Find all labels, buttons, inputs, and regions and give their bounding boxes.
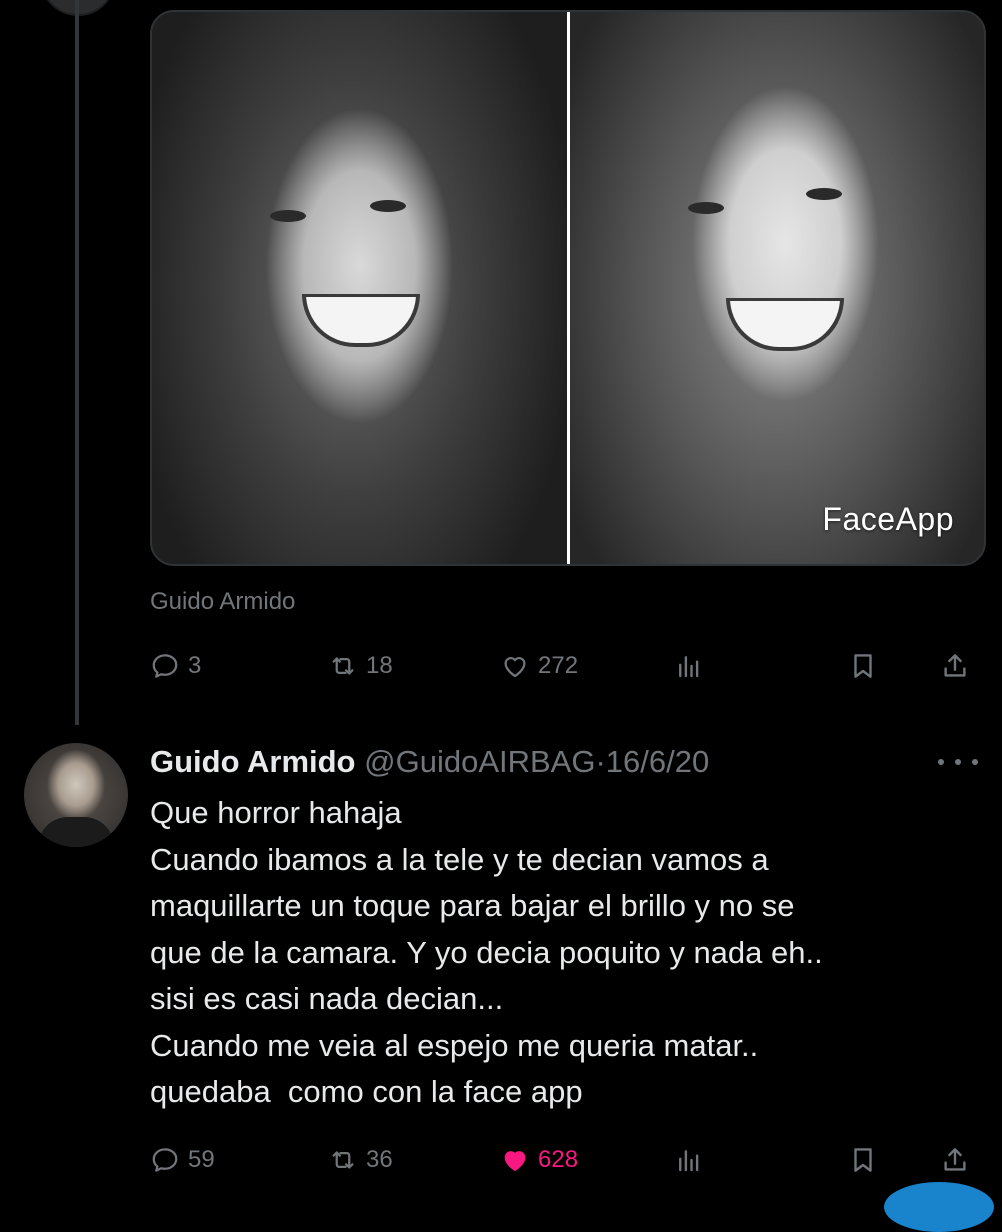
more-dot xyxy=(938,759,944,765)
retweet-button[interactable]: 36 xyxy=(328,1140,393,1180)
like-count: 628 xyxy=(538,1146,579,1173)
eye-shape xyxy=(687,202,724,214)
reply-button[interactable]: 59 xyxy=(150,1140,215,1180)
like-count: 272 xyxy=(538,652,579,679)
share-icon xyxy=(944,1148,966,1171)
post1-action-bar: 3 18 272 xyxy=(150,646,980,686)
post-text-line: Cuando ibamos a la tele y te decian vamo… xyxy=(150,841,769,877)
more-dot xyxy=(955,759,961,765)
reply-count: 3 xyxy=(188,652,202,679)
smile-shape xyxy=(302,294,420,347)
post-text-line: Cuando me veia al espejo me queria matar… xyxy=(150,1027,759,1063)
post-text-line: sisi es casi nada decian... xyxy=(150,981,504,1016)
reply-count: 59 xyxy=(188,1146,215,1173)
analytics-button[interactable] xyxy=(674,1140,704,1180)
retweet-count: 36 xyxy=(366,1146,393,1173)
user-handle[interactable]: @GuidoAIRBAG xyxy=(364,744,595,779)
eye-shape xyxy=(370,200,406,212)
post-text: Que horror hahaja Cuando ibamos a la tel… xyxy=(150,790,980,1116)
bookmark-button[interactable] xyxy=(848,646,878,686)
post-text-line: que de la camara. Y yo decia poquito y n… xyxy=(150,934,823,970)
display-name[interactable]: Guido Armido xyxy=(150,744,356,779)
post-text-line: Que horror hahaja xyxy=(150,795,402,830)
post-text-line: maquillarte un toque para bajar el brill… xyxy=(150,888,795,923)
share-button[interactable] xyxy=(940,646,970,686)
heart-filled-icon xyxy=(504,1151,526,1171)
like-button[interactable]: 272 xyxy=(500,646,578,686)
eye-shape xyxy=(270,210,306,222)
media-attribution[interactable]: Guido Armido xyxy=(150,588,295,616)
more-icon[interactable] xyxy=(938,748,978,776)
faceapp-watermark: FaceApp xyxy=(822,501,954,537)
compose-button-edge[interactable] xyxy=(884,1182,994,1232)
post-date[interactable]: 16/6/20 xyxy=(606,744,709,779)
heart-icon xyxy=(504,657,526,678)
share-button[interactable] xyxy=(940,1140,970,1180)
retweet-icon xyxy=(332,1151,354,1169)
analytics-button[interactable] xyxy=(674,646,704,686)
media-image-after[interactable]: FaceApp xyxy=(569,12,984,564)
post2-action-bar: 59 36 628 xyxy=(150,1140,980,1180)
retweet-icon xyxy=(332,657,354,675)
like-button-active[interactable]: 628 xyxy=(500,1140,578,1180)
separator-dot: · xyxy=(595,744,606,779)
smile-shape xyxy=(725,298,844,351)
reply-button[interactable]: 3 xyxy=(150,646,201,686)
thread-connector-line xyxy=(75,0,79,725)
post-media[interactable]: FaceApp xyxy=(150,10,986,566)
avatar[interactable] xyxy=(24,743,128,847)
avatar-shirt xyxy=(38,817,114,847)
retweet-count: 18 xyxy=(366,652,393,679)
post-header: Guido Armido @GuidoAIRBAG·16/6/20 xyxy=(150,738,850,786)
more-dot xyxy=(972,759,978,765)
reply-icon xyxy=(152,654,178,678)
post-text-line: quedaba como con la face app xyxy=(150,1074,583,1109)
eye-shape xyxy=(805,188,842,200)
reply-icon xyxy=(152,1148,178,1172)
share-icon xyxy=(944,654,966,677)
bookmark-icon xyxy=(854,1148,872,1172)
retweet-button[interactable]: 18 xyxy=(328,646,393,686)
bookmark-button[interactable] xyxy=(848,1140,878,1180)
analytics-icon xyxy=(679,1150,699,1172)
analytics-icon xyxy=(679,656,699,678)
media-image-before[interactable] xyxy=(152,12,567,564)
bookmark-icon xyxy=(854,654,872,678)
